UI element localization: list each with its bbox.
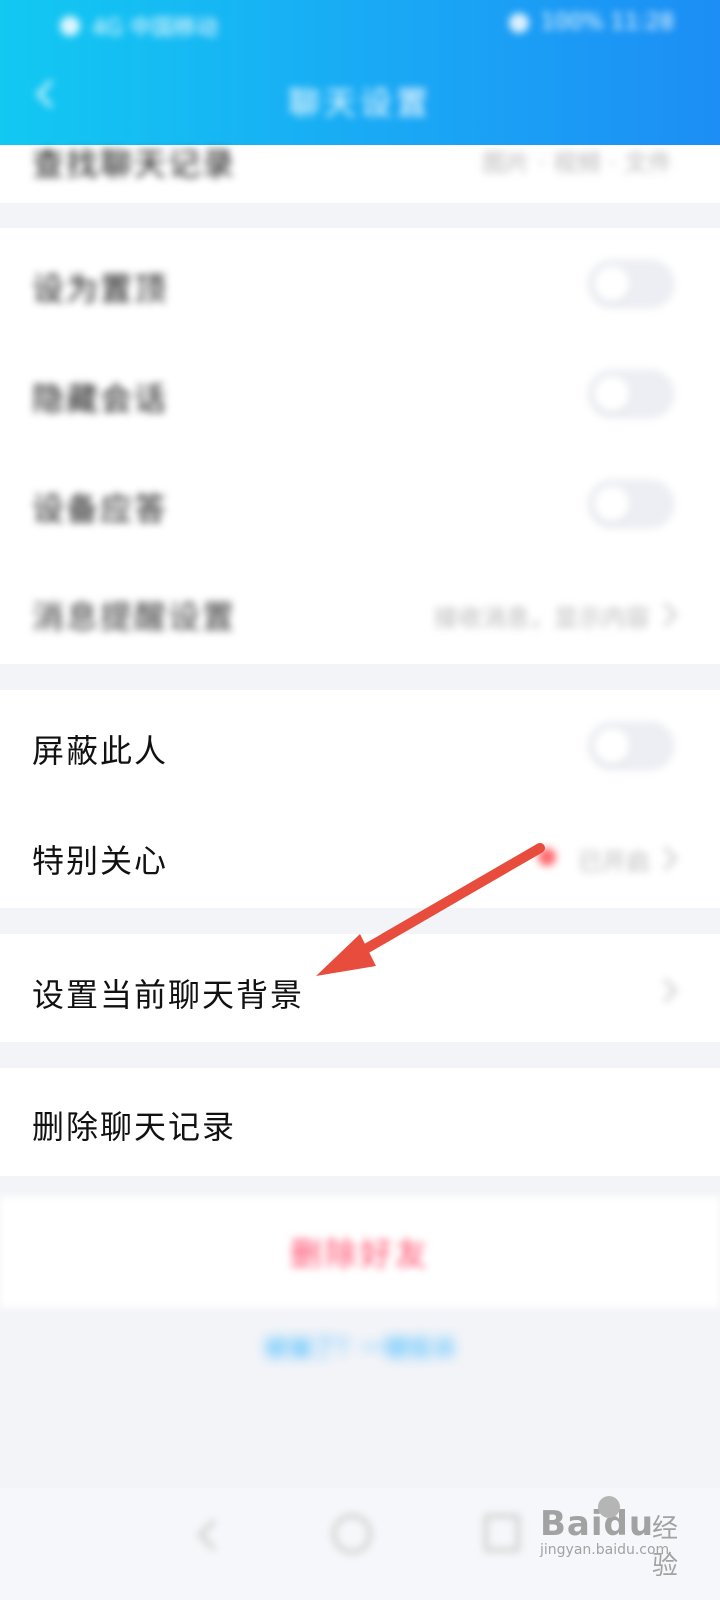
arrow-shaft	[345, 843, 545, 963]
annotation-arrow	[316, 843, 545, 976]
arrow-head	[316, 934, 376, 976]
